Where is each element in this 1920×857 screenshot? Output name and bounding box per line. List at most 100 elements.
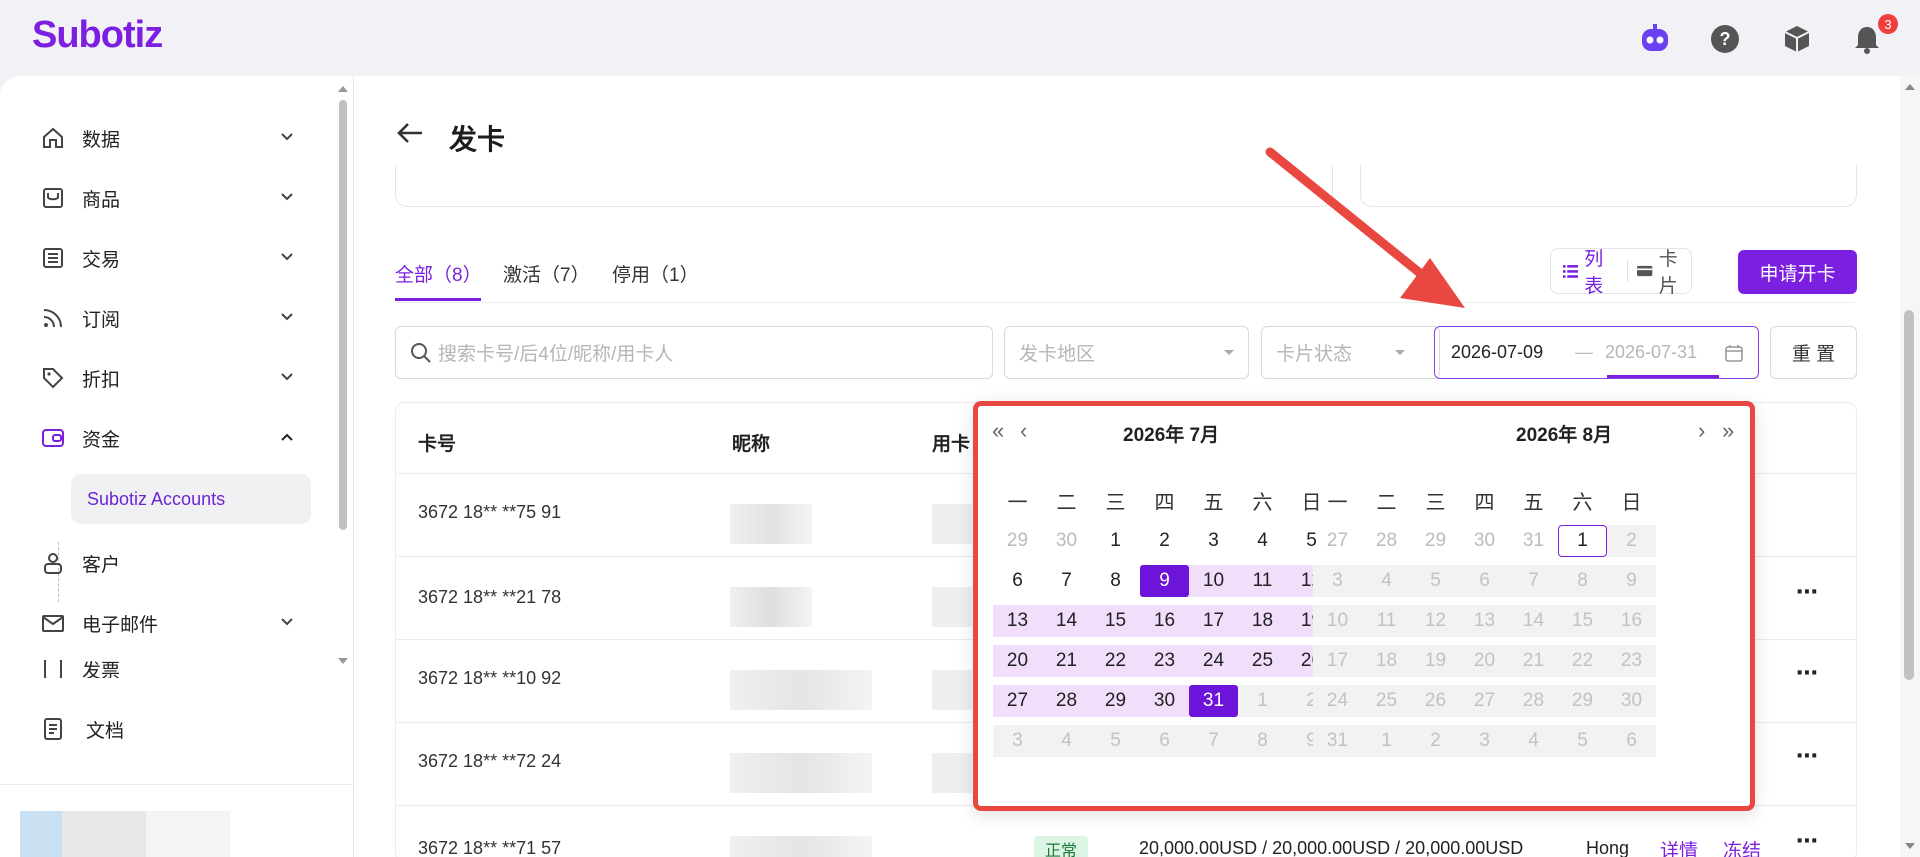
blurred-nickname bbox=[730, 670, 872, 710]
next-year-icon[interactable]: » bbox=[1722, 418, 1734, 444]
sidebar-item-products[interactable]: 商品 bbox=[40, 178, 300, 218]
more-actions-icon[interactable]: ⋯ bbox=[1796, 660, 1818, 686]
calendar-day: 8 bbox=[1238, 725, 1287, 757]
list-view-button[interactable]: 列表 bbox=[1563, 244, 1617, 298]
robot-assistant-icon[interactable] bbox=[1638, 22, 1672, 56]
calendar-day: 2 bbox=[1411, 725, 1460, 757]
card-view-button[interactable]: 卡片 bbox=[1637, 244, 1691, 298]
sidebar-item-docs[interactable]: 文档 bbox=[40, 709, 300, 749]
calendar-day[interactable]: 24 bbox=[1189, 645, 1238, 677]
calendar-day[interactable]: 29 bbox=[1411, 525, 1460, 557]
annotation-arrow bbox=[1265, 147, 1465, 308]
calendar-day[interactable]: 21 bbox=[1042, 645, 1091, 677]
calendar-day[interactable]: 28 bbox=[1362, 525, 1411, 557]
blurred-nickname bbox=[730, 753, 872, 793]
question-icon[interactable]: ? bbox=[1708, 22, 1742, 56]
calendar-day[interactable]: 27 bbox=[1313, 525, 1362, 557]
chevron-down-icon bbox=[281, 193, 293, 201]
calendar-day[interactable]: 31 bbox=[1509, 525, 1558, 557]
calendar-day[interactable]: 25 bbox=[1238, 645, 1287, 677]
calendar-day[interactable]: 18 bbox=[1238, 605, 1287, 637]
calendar-day[interactable]: 4 bbox=[1238, 525, 1287, 557]
blurred-nickname bbox=[730, 504, 812, 544]
right-weekday-header: 二 bbox=[1376, 492, 1397, 514]
sidebar-item-invoices[interactable]: 发票 bbox=[40, 660, 300, 678]
sidebar: 数据 商品 交易 订阅 折扣 资金 Subotiz Accounts 客户 电子… bbox=[0, 76, 354, 857]
more-actions-icon[interactable]: ⋯ bbox=[1796, 579, 1818, 605]
tab-disabled[interactable]: 停用（1） bbox=[612, 260, 699, 287]
calendar-day[interactable]: 16 bbox=[1140, 605, 1189, 637]
tab-all[interactable]: 全部（8） bbox=[395, 260, 482, 287]
calendar-day[interactable]: 11 bbox=[1238, 565, 1287, 597]
back-arrow-icon[interactable] bbox=[395, 118, 425, 148]
region-select[interactable]: 发卡地区 bbox=[1004, 326, 1249, 379]
tab-active[interactable]: 激活（7） bbox=[503, 260, 590, 287]
calendar-day[interactable]: 1 bbox=[1091, 525, 1140, 557]
prev-year-icon[interactable]: « bbox=[992, 418, 1004, 444]
sidebar-item-email[interactable]: 电子邮件 bbox=[40, 603, 300, 643]
date-range-input[interactable]: 2026-07-09 — 2026-07-31 bbox=[1434, 326, 1759, 379]
calendar-day[interactable]: 29 bbox=[993, 525, 1042, 557]
next-month-icon[interactable]: › bbox=[1698, 418, 1705, 444]
calendar-day[interactable]: 2 bbox=[1140, 525, 1189, 557]
sidebar-item-transactions[interactable]: 交易 bbox=[40, 238, 300, 278]
calendar-day[interactable]: 27 bbox=[993, 685, 1042, 717]
calendar-day: 11 bbox=[1362, 605, 1411, 637]
calendar-day[interactable]: 23 bbox=[1140, 645, 1189, 677]
prev-month-icon[interactable]: ‹ bbox=[1020, 418, 1027, 444]
calendar-day[interactable]: 8 bbox=[1091, 565, 1140, 597]
calendar-day[interactable]: 30 bbox=[1460, 525, 1509, 557]
calendar-day[interactable]: 28 bbox=[1042, 685, 1091, 717]
sidebar-item-discounts[interactable]: 折扣 bbox=[40, 358, 300, 398]
apply-card-button[interactable]: 申请开卡 bbox=[1738, 250, 1857, 294]
sidebar-item-data[interactable]: 数据 bbox=[40, 118, 300, 158]
home-icon bbox=[40, 125, 66, 151]
sidebar-subitem-subotiz-accounts[interactable]: Subotiz Accounts bbox=[71, 474, 311, 524]
calendar-day[interactable]: 30 bbox=[1042, 525, 1091, 557]
calendar-day[interactable]: 15 bbox=[1091, 605, 1140, 637]
mail-icon bbox=[40, 610, 66, 636]
left-month-title[interactable]: 2026年 7月 bbox=[1123, 420, 1219, 447]
calendar-day[interactable]: 1 bbox=[1558, 525, 1607, 557]
right-month-title[interactable]: 2026年 8月 bbox=[1516, 420, 1612, 447]
sidebar-item-subscriptions[interactable]: 订阅 bbox=[40, 298, 300, 338]
calendar-day: 3 bbox=[1313, 565, 1362, 597]
more-actions-icon[interactable]: ⋯ bbox=[1796, 828, 1818, 854]
calendar-day[interactable]: 3 bbox=[1189, 525, 1238, 557]
date-end[interactable]: 2026-07-31 bbox=[1605, 342, 1697, 363]
calendar-day[interactable]: 13 bbox=[993, 605, 1042, 637]
calendar-day: 10 bbox=[1313, 605, 1362, 637]
wallet-icon bbox=[40, 425, 66, 451]
calendar-day[interactable]: 22 bbox=[1091, 645, 1140, 677]
sidebar-scroll-thumb[interactable] bbox=[339, 100, 347, 530]
package-icon[interactable] bbox=[1780, 22, 1814, 56]
calendar-day[interactable]: 17 bbox=[1189, 605, 1238, 637]
calendar-day[interactable]: 14 bbox=[1042, 605, 1091, 637]
freeze-link[interactable]: 冻结 bbox=[1723, 836, 1761, 857]
status-select[interactable]: 卡片状态 bbox=[1261, 326, 1440, 379]
search-input[interactable]: 搜索卡号/后4位/昵称/用卡人 bbox=[395, 326, 993, 379]
top-bar: Subotiz ? 3 bbox=[0, 0, 1920, 76]
account-footer[interactable] bbox=[0, 784, 353, 857]
calendar-day[interactable]: 9 bbox=[1140, 565, 1189, 597]
date-start[interactable]: 2026-07-09 bbox=[1451, 342, 1543, 363]
calendar-day[interactable]: 10 bbox=[1189, 565, 1238, 597]
calendar-day[interactable]: 7 bbox=[1042, 565, 1091, 597]
calendar-day[interactable]: 31 bbox=[1189, 685, 1238, 717]
more-actions-icon[interactable]: ⋯ bbox=[1796, 743, 1818, 769]
sidebar-item-customers[interactable]: 客户 bbox=[40, 543, 300, 583]
calendar-day: 25 bbox=[1362, 685, 1411, 717]
calendar-day[interactable]: 29 bbox=[1091, 685, 1140, 717]
calendar-day[interactable]: 30 bbox=[1140, 685, 1189, 717]
detail-link[interactable]: 详情 bbox=[1660, 836, 1698, 857]
calendar-day: 21 bbox=[1509, 645, 1558, 677]
calendar-day: 17 bbox=[1313, 645, 1362, 677]
calendar-day[interactable]: 20 bbox=[993, 645, 1042, 677]
main-scroll-thumb[interactable] bbox=[1904, 310, 1914, 680]
reset-button[interactable]: 重 置 bbox=[1770, 326, 1857, 379]
calendar-day: 14 bbox=[1509, 605, 1558, 637]
sidebar-item-funds[interactable]: 资金 bbox=[40, 418, 300, 458]
calendar-day[interactable]: 6 bbox=[993, 565, 1042, 597]
date-separator: — bbox=[1575, 342, 1593, 362]
table-row[interactable]: 3672 18** **71 57 20,000.00USD / 20,000.… bbox=[396, 805, 1856, 857]
